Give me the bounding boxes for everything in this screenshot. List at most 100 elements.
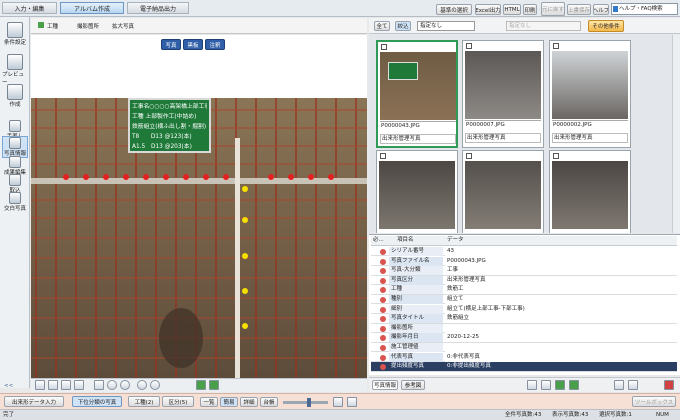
- tab-reference[interactable]: 参考図: [401, 380, 425, 390]
- thumbnail-item[interactable]: P0000007.JPG 出来形管理写真: [462, 40, 544, 148]
- tab-section[interactable]: 区分(5): [162, 396, 194, 407]
- html-button[interactable]: HTML: [503, 4, 521, 15]
- tab-input-edit[interactable]: 入力・編集: [2, 2, 57, 14]
- forward-arrow-icon[interactable]: [569, 380, 579, 390]
- zoom-slider[interactable]: [283, 398, 328, 407]
- contrast-icon[interactable]: [137, 380, 147, 390]
- thumbnail-item[interactable]: [376, 150, 458, 233]
- lightbulb-icon[interactable]: [527, 380, 537, 390]
- sidebar-item-preview[interactable]: プレビュー: [2, 54, 28, 86]
- thumbnail-item[interactable]: P0000002.JPG 出来形管理写真: [549, 40, 631, 148]
- paste-icon[interactable]: [628, 380, 638, 390]
- property-row[interactable]: 写真-大分類 工事: [371, 266, 677, 276]
- property-row[interactable]: 提出頻度写真 0:非提出頻度写真: [371, 362, 677, 372]
- expand-icon[interactable]: [347, 397, 357, 407]
- tab-electronic-delivery[interactable]: 電子納品出力: [127, 2, 189, 14]
- property-value[interactable]: 2020-12-25: [445, 333, 677, 343]
- close-icon[interactable]: [664, 380, 674, 390]
- sidebar-item-conditions[interactable]: 条件設定: [2, 22, 28, 46]
- thumbnail-checkbox[interactable]: [381, 44, 387, 50]
- filter-narrow-button[interactable]: 絞込: [395, 21, 411, 31]
- help-search-box[interactable]: ヘルプ・FAQ検索: [611, 3, 678, 15]
- next-photo-icon[interactable]: [209, 380, 219, 390]
- select-icon[interactable]: [61, 380, 71, 390]
- crop-icon[interactable]: [74, 380, 84, 390]
- thumbnail-checkbox[interactable]: [380, 153, 386, 159]
- property-row[interactable]: 施工管理値: [371, 343, 677, 353]
- toolbox-button[interactable]: ツールボックス: [632, 396, 676, 407]
- property-row[interactable]: 種別 組立て: [371, 295, 677, 305]
- annotation-toggle-button[interactable]: 注釈: [205, 39, 225, 50]
- help-button[interactable]: ヘルプ: [593, 4, 609, 15]
- sidebar-collapse-button[interactable]: <<: [4, 383, 13, 389]
- filter-all-button[interactable]: 全て: [374, 21, 390, 31]
- tab-sub-category-photos[interactable]: 下位分類の写真: [72, 396, 122, 407]
- property-value[interactable]: 出来形管理写真: [445, 275, 677, 285]
- property-row[interactable]: 細別 組立て(横足上部工事-下部工事): [371, 304, 677, 314]
- brightness-icon[interactable]: [120, 380, 130, 390]
- rotate-icon[interactable]: [94, 380, 104, 390]
- copy-icon[interactable]: [614, 380, 624, 390]
- property-row[interactable]: 写真ファイル名 P0000043.JPG: [371, 256, 677, 266]
- sidebar-item-blank-photo[interactable]: 交白写真: [2, 192, 28, 212]
- property-value[interactable]: 鉄筋組立: [445, 314, 677, 324]
- filter-select-1[interactable]: 指定なし: [417, 21, 475, 31]
- thumbnail-checkbox[interactable]: [553, 43, 559, 49]
- property-row[interactable]: 撮影年月日 2020-12-25: [371, 333, 677, 343]
- print-button[interactable]: 印刷: [523, 4, 537, 15]
- prev-photo-icon[interactable]: [196, 380, 206, 390]
- back-arrow-icon[interactable]: [555, 380, 565, 390]
- thumbnail-item[interactable]: P0000043.JPG 出来形管理写真: [376, 40, 458, 148]
- undo-button[interactable]: 元に戻す: [541, 2, 565, 16]
- grid-icon[interactable]: [541, 380, 551, 390]
- thumbnail-category: 出来形管理写真: [465, 133, 541, 143]
- property-row[interactable]: 写真区分 出来形管理写真: [371, 275, 677, 286]
- property-value[interactable]: 0:非提出頻度写真: [445, 362, 677, 372]
- property-row[interactable]: 撮影箇所: [371, 323, 677, 334]
- excel-output-button[interactable]: Excel出力: [475, 4, 501, 15]
- sidebar-item-create[interactable]: 作成: [2, 84, 28, 108]
- tab-photo-info[interactable]: 写真情報: [372, 380, 398, 390]
- view-simple-button[interactable]: 簡易: [220, 397, 238, 407]
- fit-icon[interactable]: [333, 397, 343, 407]
- property-value[interactable]: [445, 343, 677, 352]
- other-conditions-button[interactable]: その他条件: [588, 20, 624, 32]
- property-value[interactable]: 組立て(横足上部工事-下部工事): [445, 304, 677, 314]
- thumbnail-item[interactable]: [549, 150, 631, 233]
- overwrite-save-button[interactable]: 上書保存: [567, 4, 591, 15]
- property-value[interactable]: 工事: [445, 266, 677, 276]
- property-value[interactable]: [445, 323, 677, 333]
- property-value[interactable]: 鉄筋工: [445, 285, 677, 295]
- standard-select-button[interactable]: 基準の選択: [436, 4, 472, 15]
- thumbnail-scrollbar[interactable]: [672, 35, 680, 233]
- zoom-icon[interactable]: [48, 380, 58, 390]
- zoom-slider-thumb[interactable]: [307, 398, 311, 407]
- sidebar-item-photo-info[interactable]: 写真情報: [2, 136, 28, 158]
- color-icon[interactable]: [107, 380, 117, 390]
- tab-work-type[interactable]: 工種(2): [128, 396, 160, 407]
- thumbnail-checkbox[interactable]: [553, 153, 559, 159]
- property-row[interactable]: 写真タイトル 鉄筋組立: [371, 314, 677, 324]
- layout-icon[interactable]: [35, 380, 45, 390]
- property-value[interactable]: 43: [445, 247, 677, 256]
- sharpen-icon[interactable]: [150, 380, 160, 390]
- view-ledger-button[interactable]: 台帳: [260, 397, 278, 407]
- thumbnail-item[interactable]: [462, 150, 544, 233]
- property-value[interactable]: 0:非代表写真: [445, 352, 677, 362]
- property-row[interactable]: 代表写真 0:非代表写真: [371, 352, 677, 362]
- thumbnail-checkbox[interactable]: [466, 153, 472, 159]
- property-row[interactable]: 工種 鉄筋工: [371, 285, 677, 295]
- tab-measurement-input[interactable]: 出来形データ入力: [4, 396, 64, 407]
- blackboard-toggle-button[interactable]: 黒板: [183, 39, 203, 50]
- view-list-button[interactable]: 一覧: [200, 397, 218, 407]
- property-value[interactable]: P0000043.JPG: [445, 256, 677, 266]
- sidebar-item-result-edit[interactable]: 成果編集: [2, 156, 28, 176]
- filter-select-2[interactable]: 指定なし: [506, 21, 581, 31]
- view-detail-button[interactable]: 詳細: [240, 397, 258, 407]
- photo-toggle-button[interactable]: 写真: [161, 39, 181, 50]
- sidebar-item-import[interactable]: 取込: [2, 174, 28, 194]
- property-value[interactable]: 組立て: [445, 295, 677, 304]
- thumbnail-checkbox[interactable]: [466, 43, 472, 49]
- tab-album[interactable]: アルバム作成: [60, 2, 124, 14]
- property-row[interactable]: シリアル番号 43: [371, 247, 677, 257]
